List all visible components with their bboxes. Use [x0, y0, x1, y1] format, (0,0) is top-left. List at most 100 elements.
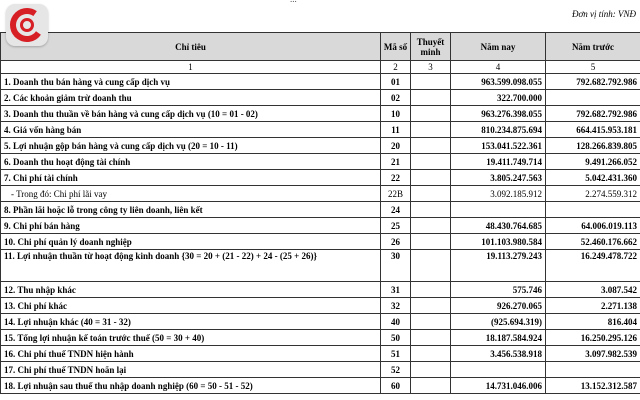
row-current-year: 322.700.000	[450, 89, 546, 106]
row-current-year: 48.430.764.685	[450, 217, 546, 234]
row-note	[410, 137, 451, 154]
table-row: 17. Chi phí thuế TNDN hoãn lại 52	[0, 361, 640, 378]
row-previous-year: 16.250.295.126	[545, 329, 640, 346]
column-index: 5	[545, 60, 640, 74]
row-note	[410, 105, 451, 122]
row-current-year: 963.599.098.055	[450, 73, 546, 90]
col-header-code: Mã số	[380, 32, 411, 61]
row-label: 12. Thu nhập khác	[0, 281, 381, 298]
row-current-year: 14.731.046.006	[450, 377, 546, 394]
table-row: 3. Doanh thu thuần về bán hàng và cung c…	[0, 105, 640, 122]
row-previous-year	[545, 201, 640, 218]
col-header-previous-year: Năm trước	[545, 32, 640, 61]
column-index: 2	[380, 60, 411, 74]
row-code: 32	[380, 297, 411, 314]
row-current-year: 18.187.584.924	[450, 329, 546, 346]
row-code: 50	[380, 329, 411, 346]
row-note	[410, 201, 451, 218]
table-row: 14. Lợi nhuận khác (40 = 31 - 32) 40 (925.…	[0, 313, 640, 330]
row-code: 22	[380, 169, 411, 186]
table-row: 8. Phần lãi hoặc lỗ trong công ty liên d…	[0, 201, 640, 218]
row-code: 24	[380, 201, 411, 218]
table-row: 5. Lợi nhuận gộp bán hàng và cung cấp dị…	[0, 137, 640, 154]
table-row: 10. Chi phí quản lý doanh nghiệp 26 101.10…	[0, 233, 640, 250]
row-code: 20	[380, 137, 411, 154]
row-note	[410, 153, 451, 170]
row-current-year: 101.103.980.584	[450, 233, 546, 250]
row-current-year: 575.746	[450, 281, 546, 298]
row-label: 4. Giá vốn hàng bán	[0, 121, 381, 138]
row-code: 30	[380, 249, 411, 282]
row-note	[410, 169, 451, 186]
table-row: 15. Tổng lợi nhuận kế toán trước thuế (5…	[0, 329, 640, 346]
row-note	[410, 297, 451, 314]
row-note	[410, 329, 451, 346]
row-note	[410, 313, 451, 330]
col-header-note: Thuyết minh	[410, 32, 451, 61]
row-code: 60	[380, 377, 411, 394]
row-previous-year: 9.491.266.052	[545, 153, 640, 170]
row-label: 5. Lợi nhuận gộp bán hàng và cung cấp dị…	[0, 137, 381, 154]
row-code: 11	[380, 121, 411, 138]
row-note	[410, 217, 451, 234]
row-code: 21	[380, 153, 411, 170]
row-note	[410, 89, 451, 106]
row-code: 52	[380, 361, 411, 378]
row-code: 10	[380, 105, 411, 122]
row-previous-year: 816.404	[545, 313, 640, 330]
table-row: 18. Lợi nhuận sau thuế thu nhập doanh ng…	[0, 377, 640, 394]
row-label: 3. Doanh thu thuần về bán hàng và cung c…	[0, 105, 381, 122]
app-logo[interactable]	[6, 4, 48, 46]
row-label: 1. Doanh thu bán hàng và cung cấp dịch v…	[0, 73, 381, 90]
row-current-year: 153.041.522.361	[450, 137, 546, 154]
row-label: 15. Tổng lợi nhuận kế toán trước thuế (5…	[0, 329, 381, 346]
red-c-logo-icon	[10, 8, 44, 42]
row-label: 7. Chi phí tài chính	[0, 169, 381, 186]
row-previous-year	[545, 89, 640, 106]
table-row: 13. Chi phí khác 32 926.270.065 2.271.138	[0, 297, 640, 314]
row-current-year: (925.694.319)	[450, 313, 546, 330]
row-note	[410, 249, 451, 282]
row-code: 25	[380, 217, 411, 234]
row-current-year: 963.276.398.055	[450, 105, 546, 122]
row-label: 10. Chi phí quản lý doanh nghiệp	[0, 233, 381, 250]
row-previous-year	[545, 361, 640, 378]
row-current-year	[450, 201, 546, 218]
table-row: 7. Chi phí tài chính 22 3.805.247.563 5.042…	[0, 169, 640, 186]
row-current-year: 19.113.279.243	[450, 249, 546, 282]
row-note	[410, 185, 451, 202]
row-current-year: 3.805.247.563	[450, 169, 546, 186]
row-label: 13. Chi phí khác	[0, 297, 381, 314]
row-note	[410, 377, 451, 394]
row-previous-year: 3.087.542	[545, 281, 640, 298]
row-code: 22B	[380, 185, 411, 202]
row-code: 26	[380, 233, 411, 250]
col-header-item: Chỉ tiêu	[0, 32, 381, 61]
row-previous-year: 16.249.478.722	[545, 249, 640, 282]
row-current-year: 19.411.749.714	[450, 153, 546, 170]
row-current-year: 3.456.538.918	[450, 345, 546, 362]
row-note	[410, 281, 451, 298]
row-code: 31	[380, 281, 411, 298]
column-index: 4	[450, 60, 546, 74]
row-note	[410, 73, 451, 90]
column-index: 3	[410, 60, 451, 74]
row-note	[410, 345, 451, 362]
row-note	[410, 121, 451, 138]
table-row: 4. Giá vốn hàng bán 11 810.234.875.694 664.…	[0, 121, 640, 138]
column-index-row: 1 2 3 4 5	[0, 60, 640, 74]
table-row: 2. Các khoản giảm trừ doanh thu 02 322.700…	[0, 89, 640, 106]
row-previous-year: 2.271.138	[545, 297, 640, 314]
column-index: 1	[0, 60, 381, 74]
row-current-year: 3.092.185.912	[450, 185, 546, 202]
table-row: 9. Chi phí bán hàng 25 48.430.764.685 64.00…	[0, 217, 640, 234]
row-label: 11. Lợi nhuận thuần từ hoạt động kinh do…	[0, 249, 381, 282]
table-header-row: Chỉ tiêu Mã số Thuyết minh Năm nay Năm t…	[0, 32, 640, 61]
row-code: 01	[380, 73, 411, 90]
row-current-year	[450, 361, 546, 378]
table-row: 6. Doanh thu hoạt động tài chính 21 19.411…	[0, 153, 640, 170]
row-previous-year: 664.415.953.181	[545, 121, 640, 138]
row-label: 14. Lợi nhuận khác (40 = 31 - 32)	[0, 313, 381, 330]
row-note	[410, 361, 451, 378]
row-code: 51	[380, 345, 411, 362]
